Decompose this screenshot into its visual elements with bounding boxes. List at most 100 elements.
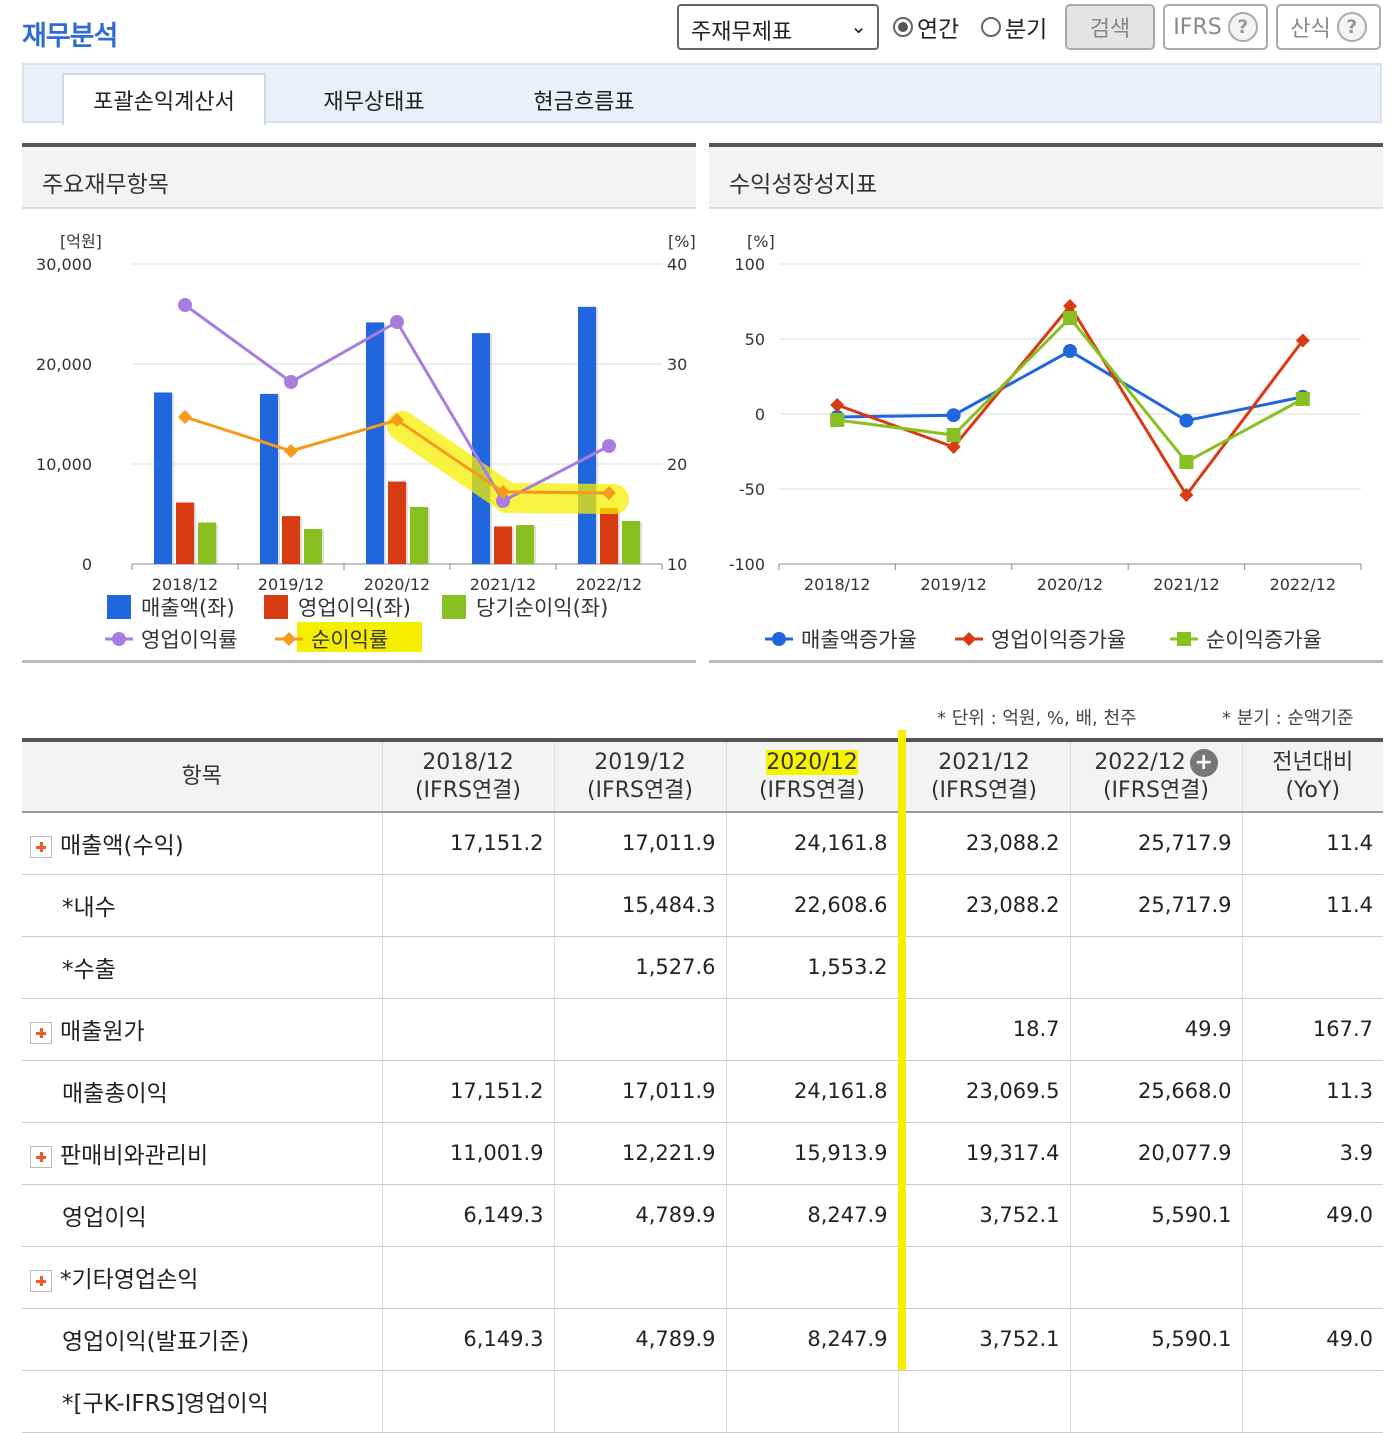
table-row: 매출원가 18.7 49.9 167.7	[22, 998, 1383, 1061]
data-point	[178, 410, 192, 424]
table-cell: 24,161.8	[725, 1060, 898, 1123]
expand-row-icon[interactable]	[30, 1269, 52, 1292]
tab-income-statement[interactable]: 포괄손익계산서	[62, 73, 266, 125]
table-cell: 17,011.9	[553, 1060, 726, 1123]
data-point	[284, 444, 298, 458]
y-tick-label: -50	[739, 480, 765, 499]
col-basis: (IFRS연결)	[758, 777, 866, 803]
table-cell	[1241, 936, 1383, 999]
legend-swatch	[442, 595, 466, 619]
table-cell: 1,527.6	[553, 936, 726, 999]
table-cell: 8,247.9	[725, 1308, 898, 1371]
data-point	[390, 315, 404, 329]
left-axis-unit: [억원]	[60, 232, 102, 251]
col-header: 2018/12 (IFRS연결)	[381, 738, 554, 813]
radio-quarter[interactable]: 분기	[981, 10, 1047, 44]
search-button[interactable]: 검색	[1065, 4, 1155, 50]
table-cell: 3,752.1	[897, 1308, 1070, 1371]
table-row: 판매비와관리비 11,001.9 12,221.9 15,913.9 19,317.4 2…	[22, 1122, 1383, 1185]
bar	[366, 322, 384, 564]
bar	[176, 502, 194, 564]
table-cell: 23,088.2	[897, 874, 1070, 937]
legend-label: 영업이익증가율	[991, 628, 1126, 652]
expand-row-icon[interactable]	[30, 1021, 52, 1044]
table-cell: 12,221.9	[553, 1122, 726, 1185]
row-label-cell[interactable]: 판매비와관리비	[22, 1122, 382, 1185]
bar	[260, 393, 278, 564]
table-cell	[381, 936, 554, 999]
table-cell	[553, 998, 726, 1061]
expand-row-icon[interactable]	[30, 1145, 52, 1168]
y-tick-label: 50	[745, 330, 765, 349]
legend-swatch	[264, 595, 288, 619]
data-point	[1295, 392, 1310, 406]
col-item-header: 항목	[22, 738, 382, 813]
table-cell: 11.4	[1241, 874, 1383, 937]
row-label: *기타영업손익	[60, 1267, 199, 1293]
expand-row-icon[interactable]	[30, 835, 52, 858]
ifrs-help-button[interactable]: IFRS ?	[1163, 4, 1268, 50]
table-header-row: 항목 2018/12 (IFRS연결) 2019/12 (IFRS연결) 2020/…	[22, 738, 1383, 813]
radio-annual-label: 연간	[917, 17, 960, 43]
table-row: *기타영업손익	[22, 1246, 1383, 1309]
radio-annual[interactable]: 연간	[893, 10, 959, 44]
table-cell: 25,717.9	[1069, 874, 1242, 937]
row-label-cell: *수출	[22, 936, 382, 999]
row-label-cell[interactable]: *기타영업손익	[22, 1246, 382, 1309]
table-cell: 5,590.1	[1069, 1308, 1242, 1371]
table-cell	[725, 1370, 898, 1433]
help-icon: ?	[1336, 12, 1367, 42]
tab-cash-flow[interactable]: 현금흐름표	[484, 75, 684, 125]
col-header: 2020/12 (IFRS연결)	[725, 738, 898, 813]
col-basis: (IFRS연결)	[586, 777, 694, 803]
legend-label: 매출액증가율	[801, 628, 917, 652]
col-yoy-line2: (YoY)	[1285, 777, 1341, 803]
col-basis: (IFRS연결)	[414, 777, 522, 803]
y-tick-label: -100	[729, 555, 765, 574]
col-year: 2020/12	[766, 749, 858, 775]
table-cell	[725, 1246, 898, 1309]
row-label-cell: *[구K-IFRS]영업이익	[22, 1370, 382, 1433]
x-tick-label: 2019/12	[258, 575, 324, 594]
row-label: *수출	[62, 957, 116, 983]
y2-tick-label: 10	[667, 555, 687, 574]
growth-panel: 수익성장성지표 [%] 100 50 0 -50 -100 2018/12 2019/12 20…	[709, 143, 1383, 663]
table-cell: 18.7	[897, 998, 1070, 1061]
data-point	[946, 408, 961, 423]
bar	[472, 333, 490, 564]
table-cell: 5,590.1	[1069, 1184, 1242, 1247]
bar	[410, 507, 428, 564]
formula-help-button[interactable]: 산식 ?	[1276, 4, 1381, 50]
table-cell: 8,247.9	[725, 1184, 898, 1247]
table-row: *내수 15,484.3 22,608.6 23,088.2 25,717.9 11.4	[22, 874, 1383, 937]
table-cell: 22,608.6	[725, 874, 898, 937]
data-point	[830, 413, 845, 427]
row-label-cell[interactable]: 매출액(수익)	[22, 812, 382, 875]
legend-label: 매출액(좌)	[141, 596, 235, 620]
row-label-cell[interactable]: 매출원가	[22, 998, 382, 1061]
statement-select[interactable]: 주재무제표 ⌄	[677, 4, 879, 50]
table-cell: 20,077.9	[1069, 1122, 1242, 1185]
ifrs-label: IFRS	[1173, 14, 1222, 40]
growth-chart: [%] 100 50 0 -50 -100 2018/12 2019/12 2020/12 202…	[729, 232, 1362, 652]
col-yoy-header: 전년대비 (YoY)	[1241, 738, 1383, 813]
row-label-cell: 영업이익	[22, 1184, 382, 1247]
legend-label: 영업이익(좌)	[298, 596, 411, 620]
col-yoy-line1: 전년대비	[1272, 749, 1354, 775]
table-cell: 11,001.9	[381, 1122, 554, 1185]
row-label-cell: 영업이익(발표기준)	[22, 1308, 382, 1371]
expand-more-icon[interactable]: +	[1189, 748, 1218, 777]
series-line	[184, 303, 610, 503]
table-cell	[1241, 1246, 1383, 1309]
legend-marker	[1177, 632, 1191, 646]
table-cell	[381, 874, 554, 937]
bar	[494, 526, 512, 564]
table-cell	[897, 1370, 1070, 1433]
table-row: 매출총이익 17,151.2 17,011.9 24,161.8 23,069.5 25,…	[22, 1060, 1383, 1123]
data-point	[1063, 311, 1077, 325]
col-header: 2021/12 (IFRS연결)	[897, 738, 1070, 813]
tab-balance-sheet[interactable]: 재무상태표	[274, 75, 474, 125]
bar	[388, 481, 406, 564]
legend-label: 순이익증가율	[1206, 628, 1322, 652]
table-cell: 23,069.5	[897, 1060, 1070, 1123]
